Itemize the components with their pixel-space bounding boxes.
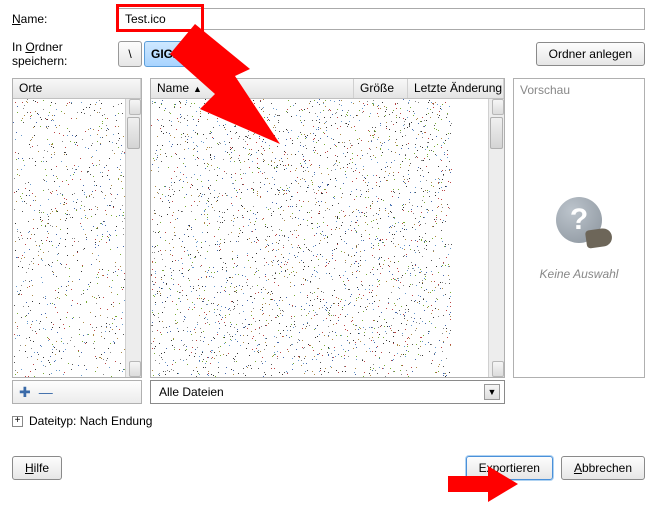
minus-icon: — — [39, 384, 53, 400]
export-button[interactable]: Exportieren — [466, 456, 553, 480]
name-label: NName:ame: — [12, 12, 118, 26]
help-button[interactable]: HilfeHilfe — [12, 456, 62, 480]
places-panel: Orte — [12, 78, 142, 378]
create-folder-button[interactable]: Ordner anlegen — [536, 42, 645, 66]
file-list[interactable] — [151, 99, 488, 377]
question-icon: ? — [556, 197, 602, 243]
plus-icon: ✚ — [19, 384, 31, 401]
column-mtime[interactable]: Letzte Änderung — [408, 79, 504, 98]
file-list-scrollbar[interactable] — [488, 99, 504, 377]
column-size[interactable]: Größe — [354, 79, 408, 98]
path-segment-current[interactable]: GIGA — [144, 41, 189, 67]
preview-title: Vorschau — [514, 79, 644, 101]
preview-empty-text: Keine Auswahl — [540, 267, 619, 281]
cancel-button[interactable]: AbbrechenAbbrechen — [561, 456, 645, 480]
file-filter-select[interactable]: Alle Dateien ▼ — [150, 380, 505, 404]
places-add-remove[interactable]: ✚ — — [12, 380, 142, 404]
sort-asc-icon: ▲ — [193, 84, 202, 94]
filename-input[interactable] — [118, 8, 645, 30]
file-list-panel: Name▲ Größe Letzte Änderung — [150, 78, 505, 378]
filetype-label: Dateityp: Nach Endung — [29, 414, 152, 428]
path-separator-button[interactable]: \ — [118, 41, 142, 67]
places-header[interactable]: Orte — [13, 79, 141, 98]
filetype-expander[interactable]: + — [12, 416, 23, 427]
preview-panel: Vorschau ? Keine Auswahl — [513, 78, 645, 378]
places-scrollbar[interactable] — [125, 99, 141, 377]
places-list[interactable] — [13, 99, 125, 377]
column-name[interactable]: Name▲ — [151, 79, 354, 98]
chevron-down-icon: ▼ — [484, 384, 500, 400]
file-filter-value: Alle Dateien — [159, 385, 224, 399]
save-in-label: In Ordner speichern: In Ordner speichern… — [12, 40, 118, 68]
